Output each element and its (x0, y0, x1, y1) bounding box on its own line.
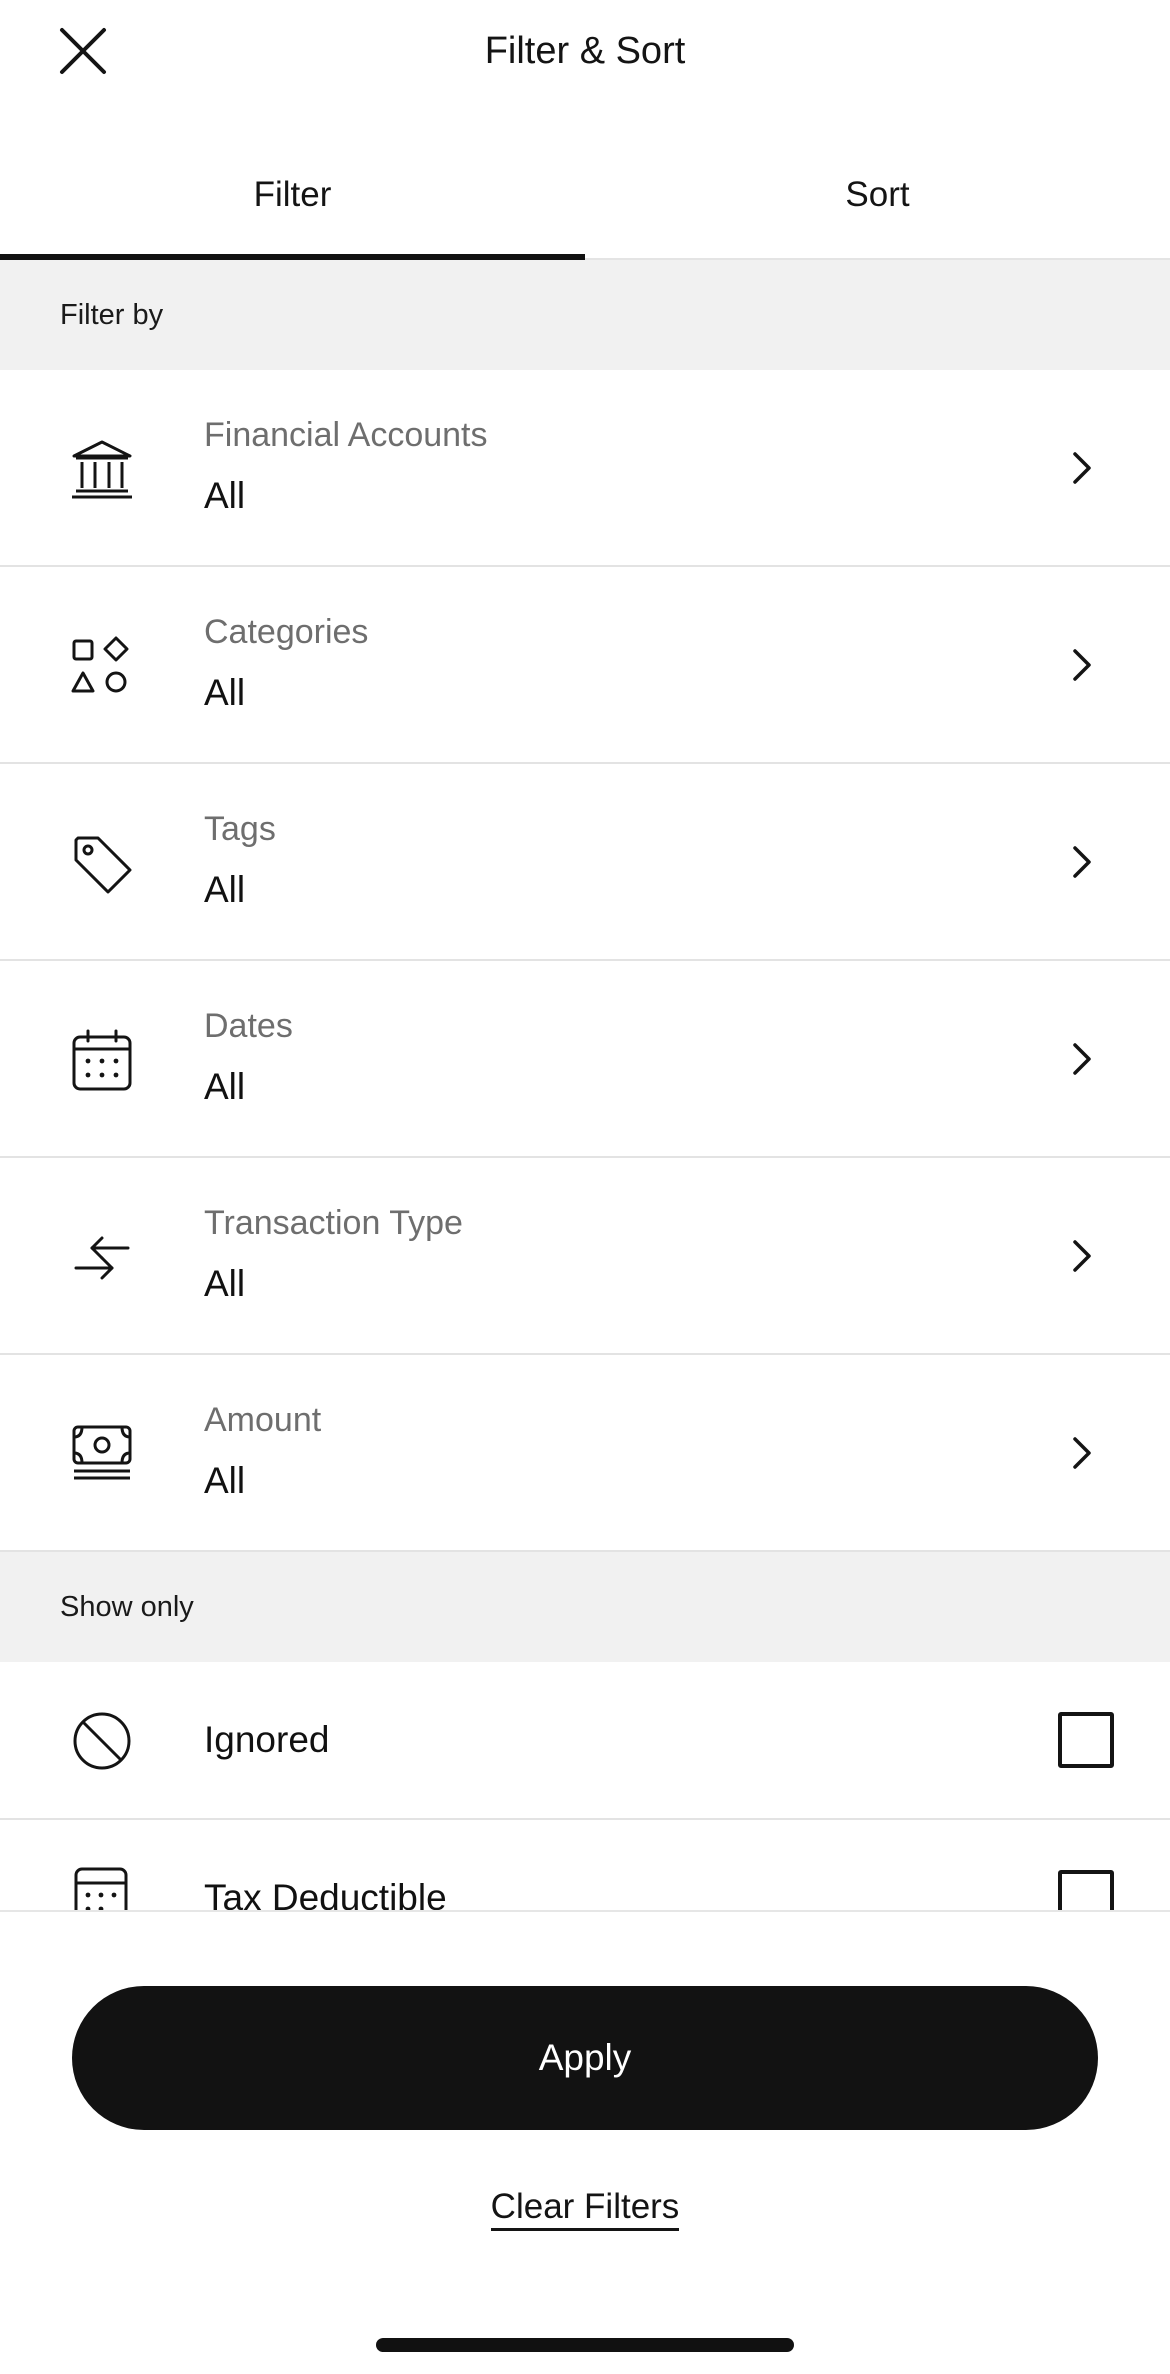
tax-deductible-checkbox[interactable] (1058, 1870, 1114, 1910)
calendar-icon (72, 1029, 132, 1091)
filter-value: All (204, 1263, 246, 1304)
chevron-right-icon (1073, 1437, 1091, 1469)
clear-filters-label: Clear Filters (490, 2187, 680, 2231)
page-title: Filter & Sort (484, 30, 686, 72)
filter-row-financial-accounts[interactable]: Financial Accounts All (0, 370, 1170, 567)
chevron-right-icon (1073, 1240, 1091, 1272)
tab-filter[interactable]: Filter (0, 150, 585, 262)
tab-sort[interactable]: Sort (585, 150, 1170, 260)
home-indicator (376, 2338, 794, 2352)
filter-value: All (204, 1066, 246, 1107)
filter-label: Transaction Type (204, 1204, 463, 1242)
filter-label: Financial Accounts (204, 416, 488, 454)
filter-row-amount[interactable]: Amount All (0, 1355, 1170, 1552)
ignored-checkbox[interactable] (1058, 1712, 1114, 1768)
section-heading-filter-by: Filter by (0, 260, 1170, 370)
filter-row-transaction-type[interactable]: Transaction Type All (0, 1158, 1170, 1355)
chevron-right-icon (1073, 1043, 1091, 1075)
filter-label: Amount (204, 1401, 322, 1439)
filter-label: Tags (204, 810, 276, 848)
filter-label: Dates (204, 1007, 293, 1045)
bank-icon (72, 440, 132, 499)
checkbox-label: Tax Deductible (204, 1877, 447, 1910)
chevron-right-icon (1073, 452, 1091, 484)
header: Filter & Sort (0, 0, 1170, 100)
cash-icon (72, 1425, 132, 1480)
shapes-icon (71, 636, 129, 693)
tab-bar: Filter Sort (0, 150, 1170, 262)
tag-icon (74, 836, 132, 894)
filter-value: All (204, 869, 246, 910)
chevron-right-icon (1073, 649, 1091, 681)
section-heading-show-only: Show only (0, 1552, 1170, 1662)
checkbox-label: Ignored (204, 1719, 330, 1760)
filter-row-categories[interactable]: Categories All (0, 567, 1170, 764)
filter-row-tags[interactable]: Tags All (0, 764, 1170, 961)
calculator-icon (74, 1867, 128, 1910)
chevron-right-icon (1073, 846, 1091, 878)
prohibited-icon (73, 1712, 131, 1770)
show-only-row-ignored[interactable]: Ignored (0, 1662, 1170, 1820)
footer-actions: Apply Clear Filters (0, 1910, 1170, 2374)
show-only-row-tax-deductible[interactable]: Tax Deductible (0, 1820, 1170, 1910)
filter-value: All (204, 1460, 246, 1501)
filter-row-dates[interactable]: Dates All (0, 961, 1170, 1158)
filter-label: Categories (204, 613, 369, 651)
filter-value: All (204, 672, 246, 713)
clear-filters-link[interactable]: Clear Filters (0, 2182, 1170, 2232)
arrows-exchange-icon (74, 1236, 130, 1280)
filter-list[interactable]: Filter by Financial Accounts All Categor… (0, 260, 1170, 1910)
filter-value: All (204, 475, 246, 516)
apply-button[interactable]: Apply (72, 1986, 1098, 2130)
